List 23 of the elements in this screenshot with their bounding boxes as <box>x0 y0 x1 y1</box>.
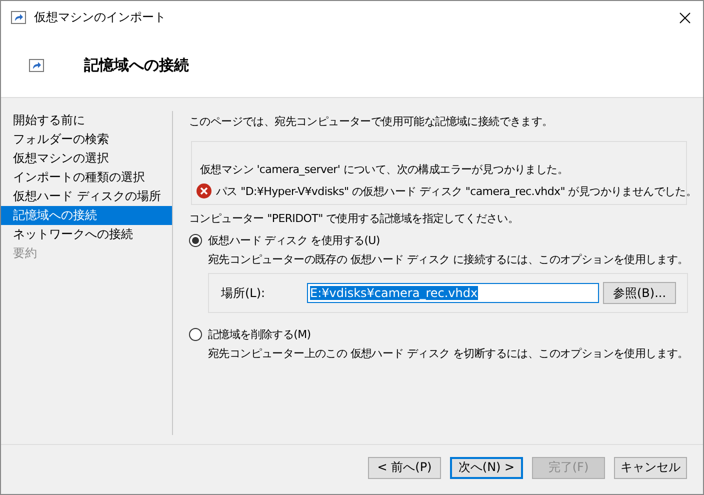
prompt-text: コンピューター "PERIDOT" で使用する記憶域を指定してください。 <box>189 211 520 226</box>
wizard-button[interactable]: < 前へ(P) <box>368 456 441 478</box>
intro-text: このページでは、宛先コンピューターで使用可能な記憶域に接続できます。 <box>189 114 554 129</box>
radio-label[interactable]: 仮想ハード ディスク を使用する(U) <box>208 233 380 248</box>
browse-button[interactable]: 参照(B)... <box>603 282 676 304</box>
option-description: 宛先コンピューターの既存の 仮想ハード ディスク に接続するには、このオプションを使用します。 <box>208 252 687 267</box>
window-title: 仮想マシンのインポート <box>34 9 167 26</box>
sidebar-item[interactable]: 記憶域への接続 <box>1 206 172 225</box>
sidebar-item[interactable]: ネットワークへの接続 <box>1 225 172 244</box>
wizard-button[interactable]: 次へ(N) > <box>450 456 523 478</box>
location-field[interactable]: E:¥vdisks¥camera_rec.vhdx <box>307 283 599 303</box>
sidebar-item[interactable]: 開始する前に <box>1 111 172 130</box>
page-title: 記憶域への接続 <box>84 56 189 75</box>
radio-label[interactable]: 記憶域を削除する(M) <box>208 327 311 342</box>
location-label: 場所(L): <box>221 284 266 302</box>
option-description: 宛先コンピューター上のこの 仮想ハード ディスク を切断するには、このオプションを使用します。 <box>208 346 687 361</box>
sidebar-item[interactable]: インポートの種類の選択 <box>1 168 172 187</box>
error-detail: パス "D:¥Hyper-V¥vdisks" の仮想ハード ディスク "camera_rec.vhdx" が見つかりませんでした。 <box>216 184 697 198</box>
sidebar-item[interactable]: 仮想マシンの選択 <box>1 149 172 168</box>
sidebar-item[interactable]: フォルダーの検索 <box>1 130 172 149</box>
wizard-button[interactable]: キャンセル <box>614 456 687 478</box>
error-message: 仮想マシン 'camera_server' について、次の構成エラーが見つかりました。 <box>200 162 569 177</box>
sidebar-item[interactable]: 仮想ハード ディスクの場所 <box>1 187 172 206</box>
